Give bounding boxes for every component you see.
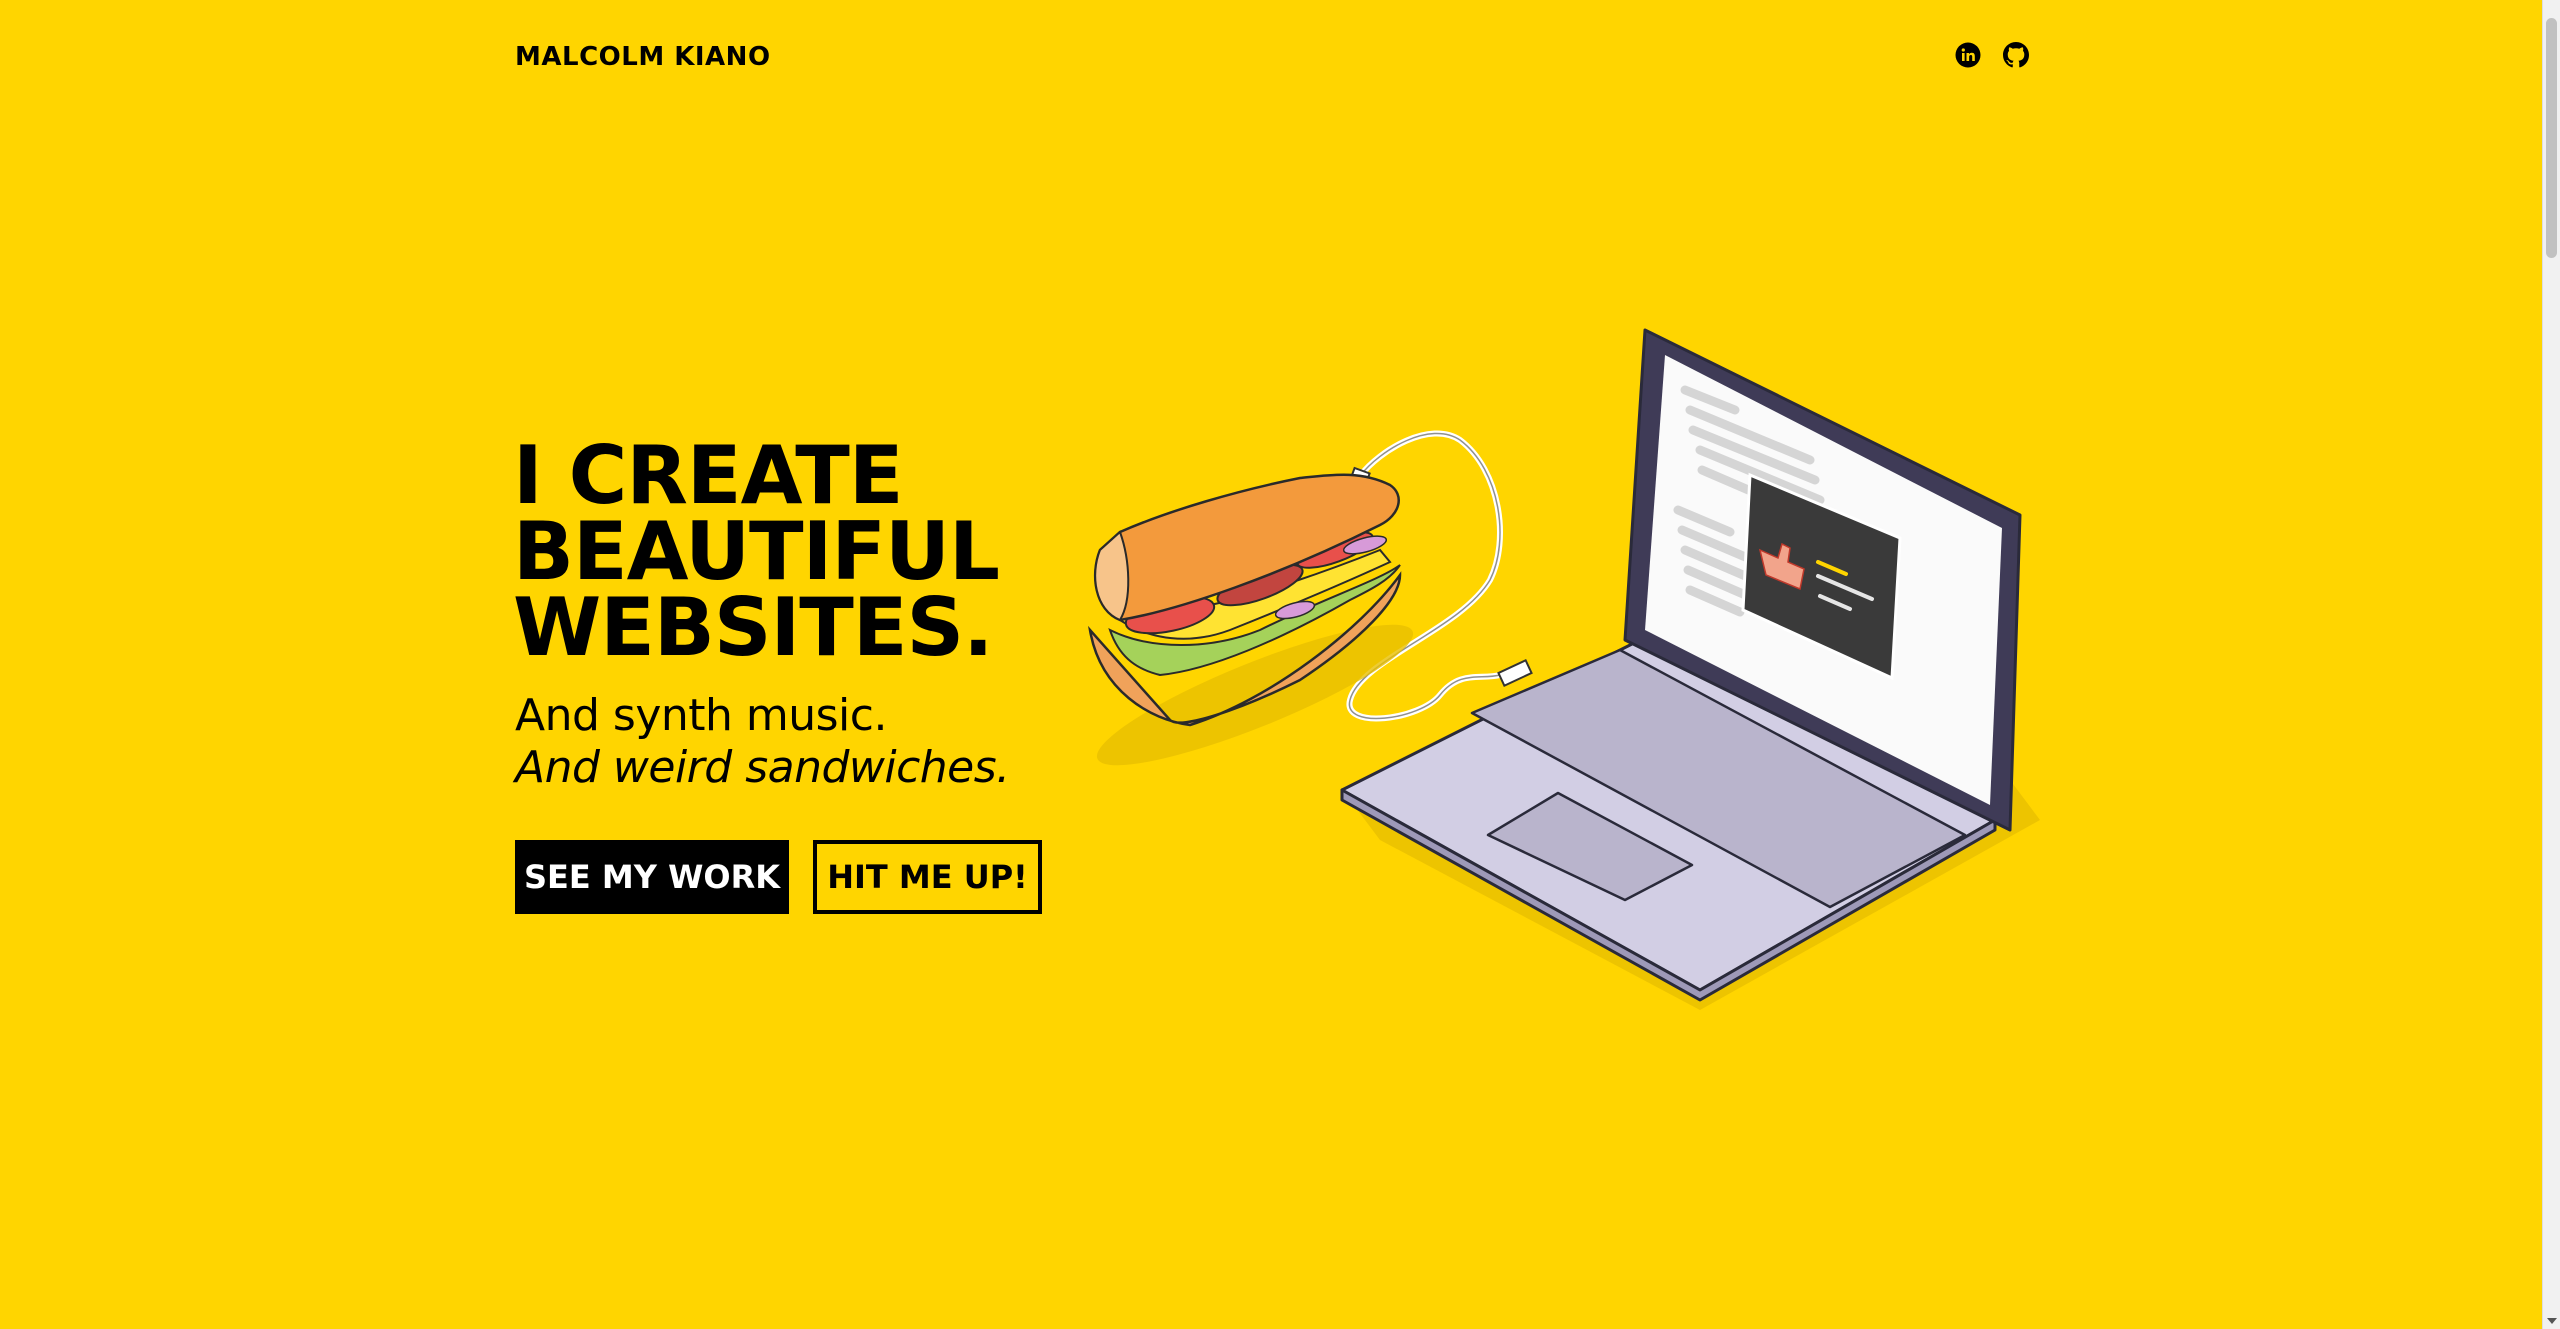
linkedin-icon <box>1955 42 1981 68</box>
scroll-down-arrow-icon[interactable] <box>2547 1318 2557 1324</box>
hero-title-line-3: WEBSITES. <box>513 581 993 674</box>
social-links <box>1955 42 2029 68</box>
github-link[interactable] <box>2003 42 2029 68</box>
subtitle-line-1: And synth music. <box>515 690 887 741</box>
page-scrollbar[interactable] <box>2542 0 2560 1329</box>
brand-logo[interactable]: MALCOLM KIANO <box>515 42 771 72</box>
see-my-work-button[interactable]: SEE MY WORK <box>515 840 789 914</box>
github-icon <box>2003 42 2029 68</box>
hero-title-line-1: I CREATE <box>513 429 903 522</box>
scrollbar-thumb[interactable] <box>2546 18 2557 258</box>
hit-me-up-button[interactable]: HIT ME UP! <box>813 840 1042 914</box>
hero-title: I CREATE BEAUTIFUL WEBSITES. <box>513 429 1000 674</box>
hero-title-line-2: BEAUTIFUL <box>513 505 1000 598</box>
sandwich-laptop-illustration <box>1088 328 2040 1010</box>
linkedin-link[interactable] <box>1955 42 1981 68</box>
hero-subtitle: And synth music. And weird sandwiches. <box>515 690 1010 794</box>
subtitle-line-2: And weird sandwiches. <box>515 742 1010 793</box>
page: MALCOLM KIANO I CREATE BEAUTIFUL WEBSITE… <box>0 0 2543 1329</box>
